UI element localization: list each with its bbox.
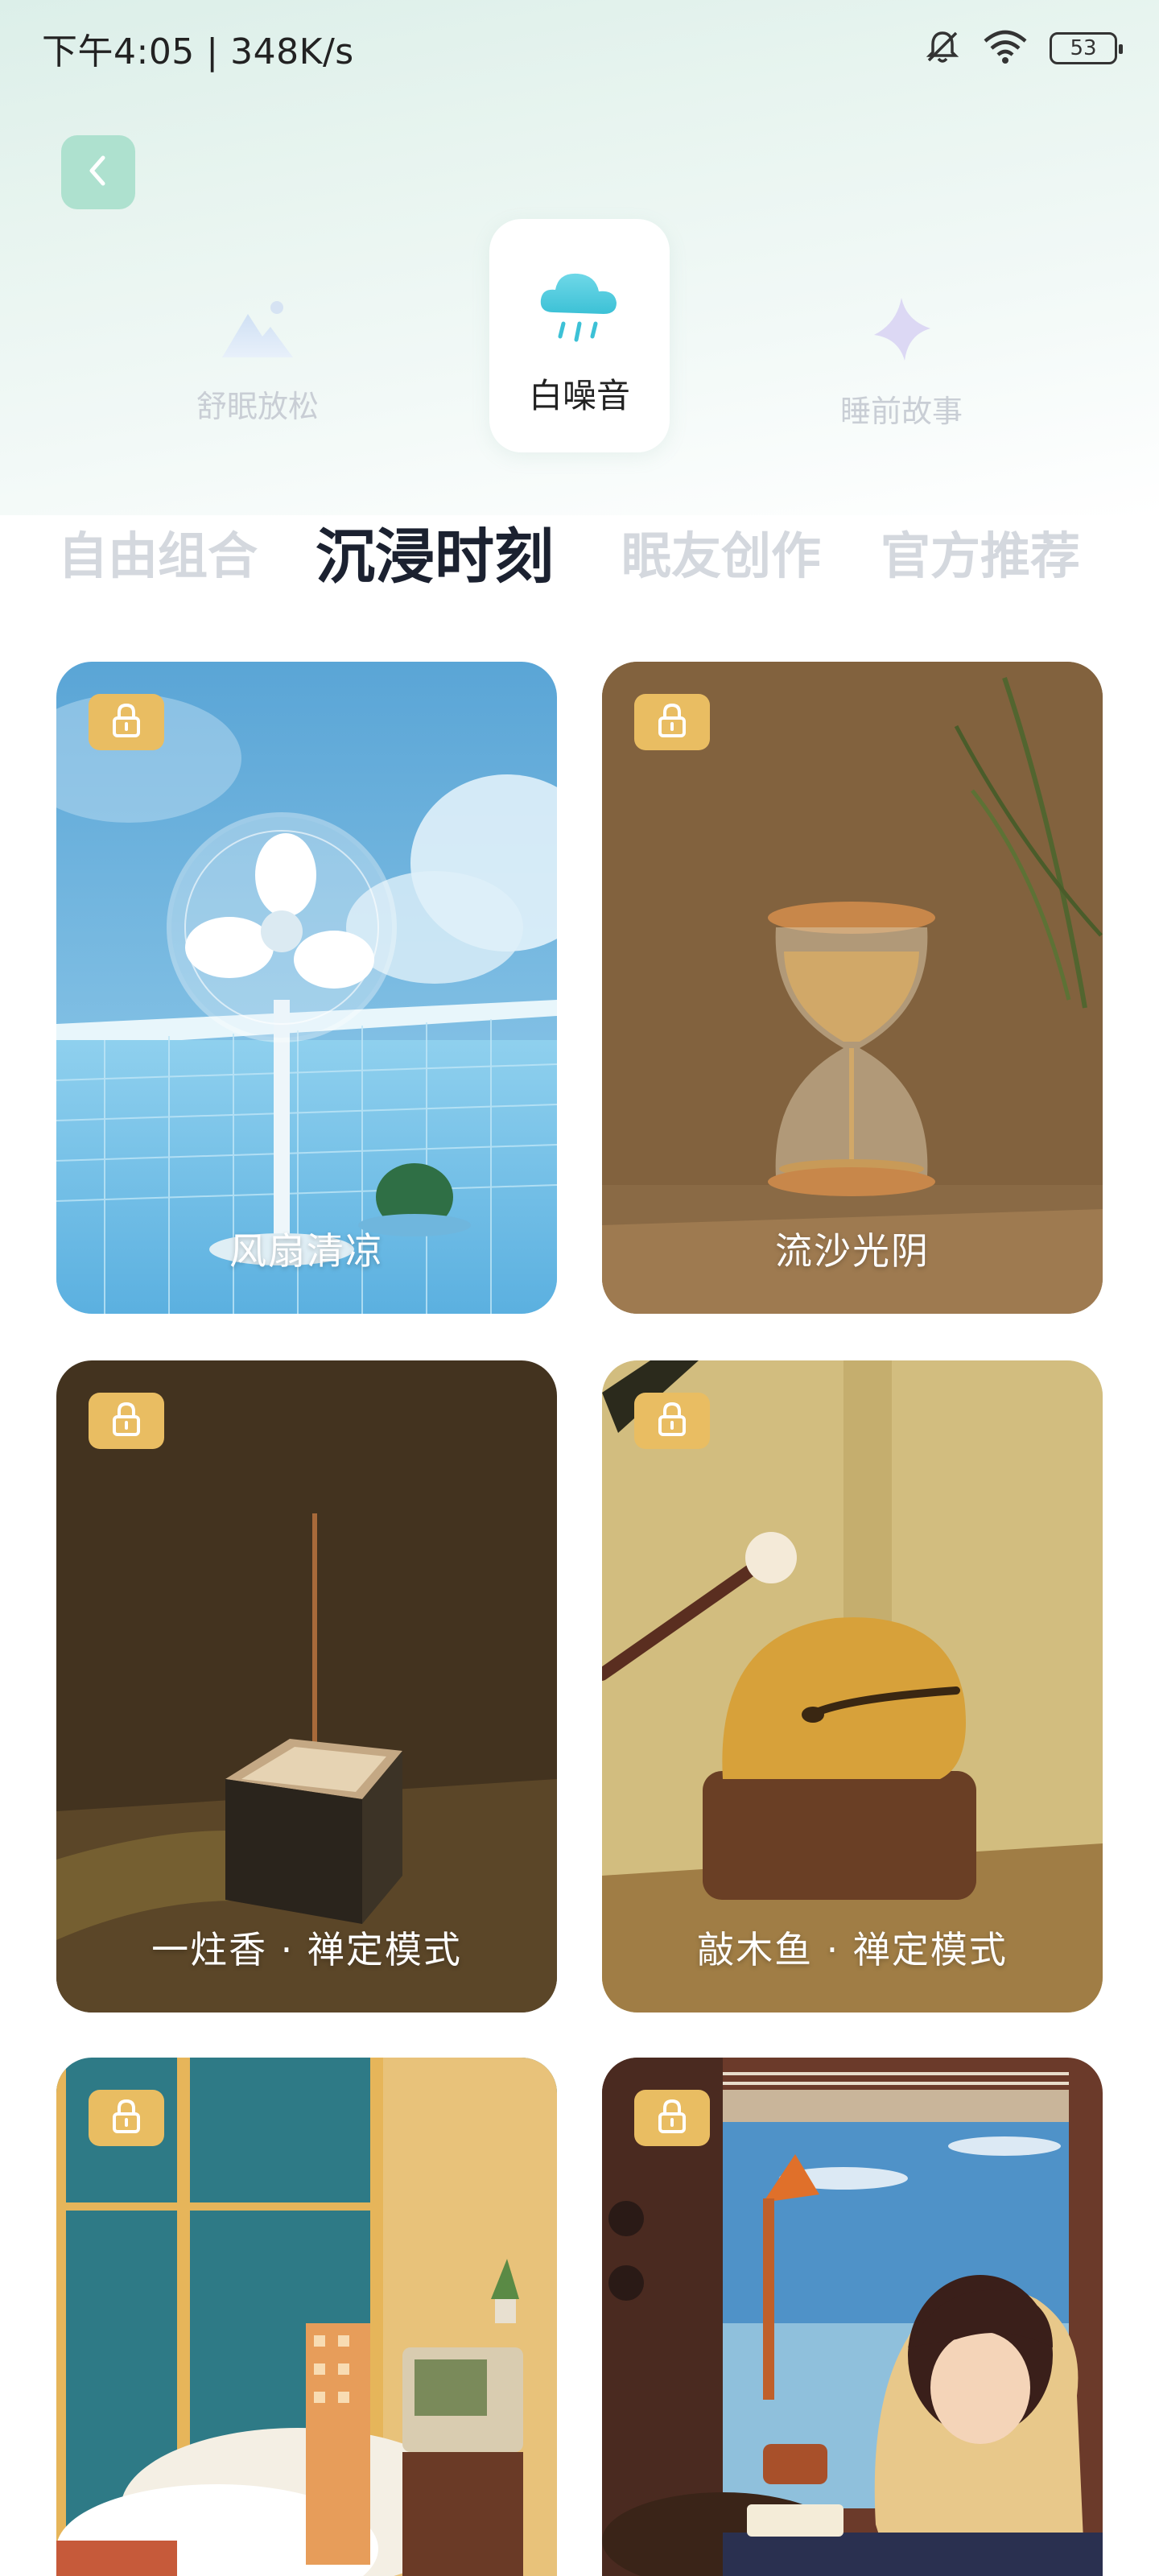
lock-icon — [110, 2098, 142, 2138]
sound-card-fan[interactable]: 风扇清凉 — [56, 662, 557, 1314]
sound-card-study-desk[interactable] — [602, 2058, 1103, 2576]
back-button[interactable] — [61, 135, 135, 209]
battery-indicator: 53 — [1050, 32, 1123, 64]
card-artwork — [56, 662, 557, 1314]
lock-badge — [634, 694, 710, 750]
category-tab-relax[interactable]: 舒眠放松 — [167, 219, 348, 452]
sub-tab-bar: 自由组合 沉浸时刻 眠友创作 官方推荐 — [0, 515, 1159, 604]
card-artwork — [602, 662, 1103, 1314]
lock-badge — [89, 2090, 164, 2146]
category-label: 白噪音 — [528, 376, 630, 415]
category-tab-white-noise[interactable]: 白噪音 — [489, 219, 670, 452]
sound-card-hourglass[interactable]: 流沙光阴 — [602, 662, 1103, 1314]
category-tab-stories[interactable]: 睡前故事 — [811, 219, 992, 452]
lock-icon — [110, 702, 142, 742]
sound-card-incense[interactable]: 一炷香 · 禅定模式 — [56, 1360, 557, 2013]
lock-badge — [634, 2090, 710, 2146]
card-artwork — [602, 1360, 1103, 2013]
lock-badge — [89, 1393, 164, 1449]
lock-badge — [634, 1393, 710, 1449]
sub-tab-immersive[interactable]: 沉浸时刻 — [316, 509, 554, 595]
sub-tab-user-creations[interactable]: 眠友创作 — [621, 515, 821, 588]
star-icon — [863, 291, 940, 372]
lock-badge — [89, 694, 164, 750]
card-title: 敲木鱼 · 禅定模式 — [697, 1928, 1008, 1971]
sub-tab-official-picks[interactable]: 官方推荐 — [881, 515, 1080, 588]
sub-tab-free-combo[interactable]: 自由组合 — [58, 515, 258, 588]
sound-card-wooden-fish[interactable]: 敲木鱼 · 禅定模式 — [602, 1360, 1103, 2013]
category-label: 舒眠放松 — [196, 389, 319, 424]
rain-cloud-icon — [531, 259, 628, 359]
card-title: 流沙光阴 — [775, 1229, 930, 1273]
lock-icon — [110, 1401, 142, 1441]
mute-bell-icon — [924, 28, 961, 68]
status-time-speed: 下午4:05 | 348K/s — [42, 31, 354, 72]
card-title: 风扇清凉 — [229, 1229, 384, 1273]
status-bar: 下午4:05 | 348K/s 53 — [0, 0, 1159, 97]
category-label: 睡前故事 — [839, 394, 963, 429]
lock-icon — [656, 1401, 688, 1441]
card-title: 一炷香 · 禅定模式 — [151, 1928, 462, 1971]
sound-card-window-room[interactable] — [56, 2058, 557, 2576]
lock-icon — [656, 702, 688, 742]
mountain-icon — [217, 291, 298, 367]
card-artwork — [56, 1360, 557, 2013]
status-icons: 53 — [924, 28, 1123, 68]
wifi-icon — [982, 28, 1029, 68]
chevron-left-icon — [84, 153, 113, 192]
lock-icon — [656, 2098, 688, 2138]
